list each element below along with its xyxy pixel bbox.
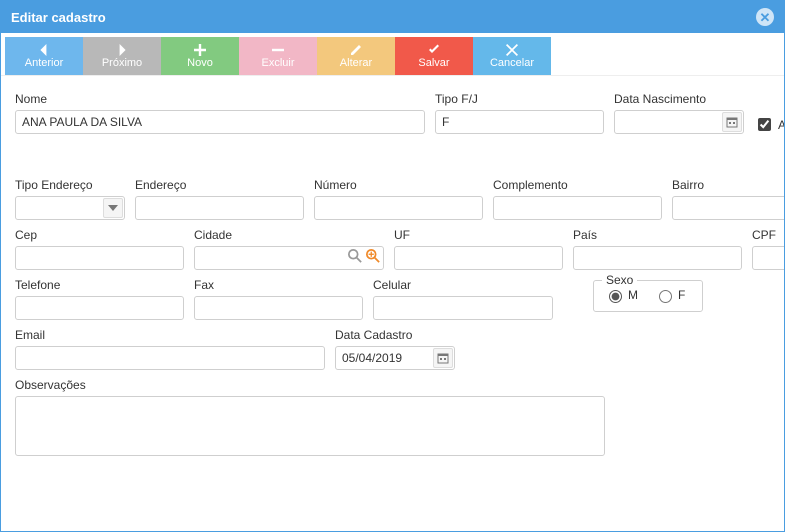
cidade-label: Cidade: [194, 228, 384, 242]
delete-label: Excluir: [261, 57, 294, 69]
datacadastro-calendar-button[interactable]: [433, 348, 453, 368]
ativo-checkbox-wrap[interactable]: Ativo: [754, 115, 784, 134]
edit-label: Alterar: [340, 57, 372, 69]
sexo-f-radio[interactable]: [659, 290, 672, 303]
email-label: Email: [15, 328, 325, 342]
check-icon: [427, 44, 441, 56]
window-title: Editar cadastro: [11, 10, 106, 25]
datacadastro-label: Data Cadastro: [335, 328, 455, 342]
uf-label: UF: [394, 228, 563, 242]
datanasc-label: Data Nascimento: [614, 92, 744, 106]
datanasc-calendar-button[interactable]: [722, 112, 742, 132]
email-input[interactable]: [15, 346, 325, 370]
prev-button[interactable]: Anterior: [5, 37, 83, 75]
celular-input[interactable]: [373, 296, 553, 320]
bairro-input[interactable]: [672, 196, 784, 220]
sexo-m-radio-wrap[interactable]: M: [604, 287, 638, 303]
telefone-label: Telefone: [15, 278, 184, 292]
close-button[interactable]: ✕: [756, 8, 774, 26]
fax-input[interactable]: [194, 296, 363, 320]
delete-button[interactable]: Excluir: [239, 37, 317, 75]
tipofj-input[interactable]: [435, 110, 604, 134]
sexo-m-label: M: [628, 288, 638, 302]
titlebar: Editar cadastro ✕: [1, 1, 784, 33]
close-icon: ✕: [760, 11, 771, 24]
cancel-button[interactable]: Cancelar: [473, 37, 551, 75]
cpf-label: CPF: [752, 228, 784, 242]
edit-button[interactable]: Alterar: [317, 37, 395, 75]
tipoendereco-dropdown-button[interactable]: [103, 198, 123, 218]
cep-label: Cep: [15, 228, 184, 242]
observacoes-textarea[interactable]: [15, 396, 605, 456]
dialog-editar-cadastro: Editar cadastro ✕ Anterior Próximo Novo …: [0, 0, 785, 532]
chevron-down-icon: [108, 203, 118, 213]
search-plus-icon: [366, 249, 380, 263]
next-button[interactable]: Próximo: [83, 37, 161, 75]
calendar-icon: [437, 352, 449, 364]
tipoendereco-label: Tipo Endereço: [15, 178, 125, 192]
complemento-label: Complemento: [493, 178, 662, 192]
sexo-f-radio-wrap[interactable]: F: [654, 287, 685, 303]
sexo-m-radio[interactable]: [609, 290, 622, 303]
plus-icon: [193, 44, 207, 56]
numero-label: Número: [314, 178, 483, 192]
endereco-input[interactable]: [135, 196, 304, 220]
prev-label: Anterior: [25, 57, 64, 69]
cidade-search-button[interactable]: [348, 249, 362, 266]
fax-label: Fax: [194, 278, 363, 292]
pais-label: País: [573, 228, 742, 242]
save-label: Salvar: [418, 57, 449, 69]
bairro-label: Bairro: [672, 178, 784, 192]
sexo-f-label: F: [678, 288, 685, 302]
x-icon: [505, 44, 519, 56]
celular-label: Celular: [373, 278, 553, 292]
ativo-label: Ativo: [778, 118, 784, 132]
nome-label: Nome: [15, 92, 425, 106]
endereco-label: Endereço: [135, 178, 304, 192]
ativo-checkbox[interactable]: [758, 118, 771, 131]
minus-icon: [271, 44, 285, 56]
search-icon: [348, 249, 362, 263]
observacoes-label: Observações: [15, 378, 605, 392]
cpf-input[interactable]: [752, 246, 784, 270]
new-label: Novo: [187, 57, 213, 69]
new-button[interactable]: Novo: [161, 37, 239, 75]
toolbar: Anterior Próximo Novo Excluir Alterar Sa…: [1, 33, 784, 76]
next-label: Próximo: [102, 57, 142, 69]
pencil-icon: [349, 44, 363, 56]
telefone-input[interactable]: [15, 296, 184, 320]
chevron-right-icon: [115, 44, 129, 56]
chevron-left-icon: [37, 44, 51, 56]
cep-input[interactable]: [15, 246, 184, 270]
nome-input[interactable]: [15, 110, 425, 134]
tipofj-label: Tipo F/J: [435, 92, 604, 106]
complemento-input[interactable]: [493, 196, 662, 220]
pais-input[interactable]: [573, 246, 742, 270]
sexo-fieldset: Sexo M F: [593, 280, 703, 312]
cidade-zoom-button[interactable]: [366, 249, 380, 266]
form-body: Nome Tipo F/J Data Nascimento Ativo: [1, 76, 784, 531]
save-button[interactable]: Salvar: [395, 37, 473, 75]
cancel-label: Cancelar: [490, 57, 534, 69]
calendar-icon: [726, 116, 738, 128]
sexo-legend: Sexo: [602, 273, 637, 287]
numero-input[interactable]: [314, 196, 483, 220]
uf-input[interactable]: [394, 246, 563, 270]
